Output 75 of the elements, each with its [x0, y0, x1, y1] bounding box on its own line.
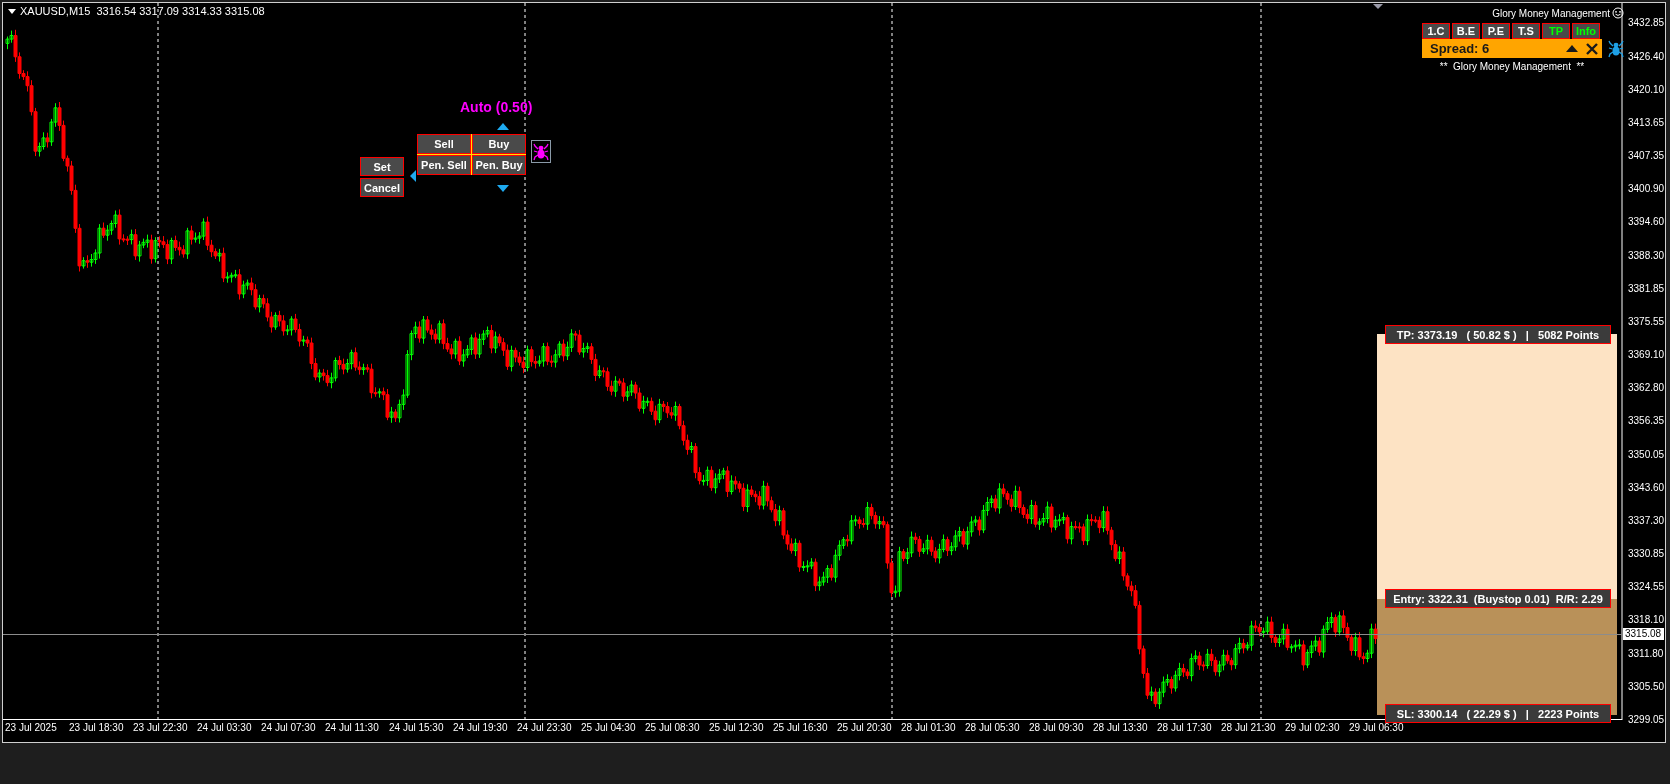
price-label: 3432.85: [1628, 17, 1665, 30]
market-order-button[interactable]: Buy: [472, 134, 526, 154]
price-label: 3356.35: [1628, 415, 1665, 428]
indicator-button[interactable]: P.E: [1482, 23, 1510, 39]
stop-loss-label[interactable]: SL: 3300.14 ( 22.29 $ ) | 2223 Points: [1385, 704, 1611, 723]
indicator-button[interactable]: Info: [1572, 23, 1600, 39]
time-label: 28 Jul 13:30: [1093, 722, 1148, 734]
symbol-header: XAUUSD,M15 3316.54 3317.09 3314.33 3315.08: [20, 5, 265, 17]
indicator-button[interactable]: T.S: [1512, 23, 1540, 39]
price-label: 3375.55: [1628, 315, 1665, 328]
spider-icon: [533, 142, 549, 161]
time-label: 29 Jul 06:30: [1349, 722, 1404, 734]
decrease-icon[interactable]: [497, 185, 509, 192]
time-label: 28 Jul 17:30: [1157, 722, 1212, 734]
price-label: 3369.10: [1628, 349, 1665, 362]
increase-icon[interactable]: [497, 123, 509, 130]
time-label: 28 Jul 05:30: [965, 722, 1020, 734]
close-icon[interactable]: [1586, 42, 1598, 55]
price-label: 3324.55: [1628, 581, 1665, 594]
spider-button[interactable]: [531, 140, 551, 163]
time-label: 25 Jul 08:30: [645, 722, 700, 734]
time-label: 24 Jul 15:30: [389, 722, 444, 734]
price-label: 3394.60: [1628, 216, 1665, 229]
current-price: 3315.08: [1623, 628, 1665, 640]
time-label: 24 Jul 11:30: [325, 722, 379, 734]
price-label: 3388.30: [1628, 249, 1665, 262]
time-label: 25 Jul 12:30: [709, 722, 764, 734]
market-order-button[interactable]: Sell: [417, 134, 471, 154]
action-button[interactable]: Cancel: [360, 178, 404, 197]
price-label: 3350.05: [1628, 448, 1665, 461]
time-label: 24 Jul 19:30: [453, 722, 508, 734]
price-label: 3305.50: [1628, 680, 1665, 693]
price-label: 3337.30: [1628, 514, 1665, 527]
price-label: 3343.60: [1628, 481, 1665, 494]
indicator-button[interactable]: TP: [1542, 23, 1570, 39]
time-label: 24 Jul 03:30: [197, 722, 252, 734]
collapse-icon[interactable]: [1566, 44, 1578, 53]
time-label: 24 Jul 07:30: [261, 722, 316, 734]
price-label: 3362.80: [1628, 382, 1665, 395]
spider-icon: [1608, 39, 1624, 58]
price-label: 3426.40: [1628, 50, 1665, 63]
spread-value: Spread: 6: [1430, 41, 1491, 56]
price-label: 3381.85: [1628, 282, 1665, 295]
indicator-button[interactable]: B.E: [1452, 23, 1480, 39]
time-label: 28 Jul 21:30: [1221, 722, 1276, 734]
price-label: 3420.10: [1628, 83, 1665, 96]
time-label: 23 Jul 18:30: [69, 722, 124, 734]
time-label: 23 Jul 2025: [5, 722, 57, 734]
entry-label[interactable]: Entry: 3322.31 (Buystop 0.01) R/R: 2.29: [1385, 589, 1611, 608]
time-label: 24 Jul 23:30: [517, 722, 572, 734]
price-label: 3330.85: [1628, 548, 1665, 561]
price-label: 3413.65: [1628, 116, 1665, 129]
pending-order-button[interactable]: Pen. Buy: [472, 155, 526, 175]
indicator-button[interactable]: 1.C: [1422, 23, 1450, 39]
shift-marker-icon[interactable]: [1373, 4, 1383, 9]
time-label: 25 Jul 04:30: [581, 722, 636, 734]
price-label: 3407.35: [1628, 150, 1665, 163]
time-label: 25 Jul 20:30: [837, 722, 892, 734]
take-profit-label[interactable]: TP: 3373.19 ( 50.82 $ ) | 5082 Points: [1385, 325, 1611, 344]
time-label: 23 Jul 22:30: [133, 722, 188, 734]
price-label: 3400.90: [1628, 183, 1665, 196]
time-label: 29 Jul 02:30: [1285, 722, 1340, 734]
price-label: 3311.80: [1628, 647, 1664, 660]
time-label: 25 Jul 16:30: [773, 722, 828, 734]
indicator-title: Glory Money Management: [1492, 7, 1610, 19]
pending-order-button[interactable]: Pen. Sell: [417, 155, 471, 175]
lot-size-label: Auto (0.50): [460, 99, 533, 115]
price-label: 3318.10: [1628, 614, 1665, 627]
action-button[interactable]: Set: [360, 157, 404, 176]
time-label: 28 Jul 01:30: [901, 722, 956, 734]
time-label: 28 Jul 09:30: [1029, 722, 1084, 734]
indicator-footer: ** Glory Money Management **: [1420, 61, 1604, 72]
price-label: 3299.05: [1628, 714, 1665, 726]
dropdown-icon[interactable]: [8, 8, 16, 14]
collapse-left-icon[interactable]: [410, 170, 416, 182]
